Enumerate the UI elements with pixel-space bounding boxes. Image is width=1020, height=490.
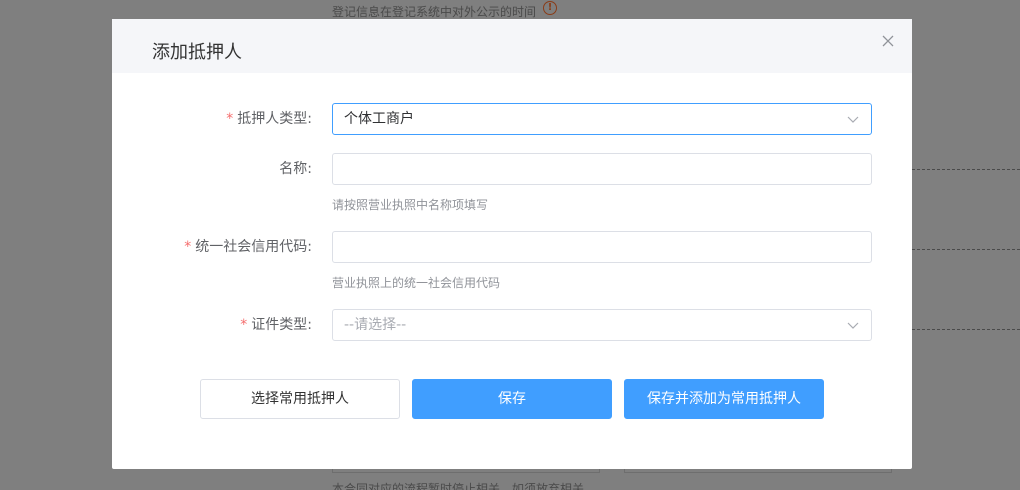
id-type-placeholder: --请选择--: [344, 317, 407, 333]
background-note: 本合同对应的流程暂时停止相关，如须放弃相关: [332, 482, 585, 490]
select-common-mortgagor-button[interactable]: 选择常用抵押人: [200, 379, 400, 419]
id-type-label-text: 证件类型:: [251, 317, 312, 333]
dialog-header: 添加抵押人: [112, 19, 912, 73]
background-divider: [912, 169, 1020, 170]
dialog-title: 添加抵押人: [152, 42, 242, 63]
mortgagor-type-label: * 抵押人类型:: [122, 103, 312, 135]
close-icon[interactable]: [880, 33, 896, 49]
credit-code-label-text: 统一社会信用代码:: [195, 239, 312, 255]
save-button[interactable]: 保存: [412, 379, 612, 419]
required-mark: *: [184, 239, 192, 255]
required-mark: *: [240, 317, 248, 333]
mortgagor-type-select[interactable]: 个体工商户: [332, 103, 872, 135]
name-label: 名称:: [279, 161, 312, 177]
background-divider: [912, 329, 1020, 330]
add-mortgagor-dialog: 添加抵押人 * 抵押人类型: 个体工商户 名称: 请按照营业执照中名称项填写 * 统…: [112, 19, 912, 469]
chevron-down-icon: [847, 322, 859, 329]
id-type-label: * 证件类型:: [122, 309, 312, 341]
id-type-select[interactable]: --请选择--: [332, 309, 872, 341]
save-and-add-common-button[interactable]: 保存并添加为常用抵押人: [624, 379, 824, 419]
chevron-down-icon: [847, 116, 859, 123]
background-divider: [912, 249, 1020, 250]
required-mark: *: [226, 111, 234, 127]
name-hint: 请按照营业执照中名称项填写: [332, 198, 489, 212]
warning-icon: !: [543, 1, 557, 15]
credit-code-label: * 统一社会信用代码:: [122, 231, 312, 263]
mortgagor-type-value: 个体工商户: [344, 111, 414, 127]
credit-code-input[interactable]: [332, 231, 872, 263]
mortgagor-type-label-text: 抵押人类型:: [237, 111, 312, 127]
publish-time-label: 登记信息在登记系统中对外公示的时间: [332, 5, 537, 19]
name-input[interactable]: [332, 153, 872, 185]
credit-code-hint: 营业执照上的统一社会信用代码: [332, 276, 501, 290]
